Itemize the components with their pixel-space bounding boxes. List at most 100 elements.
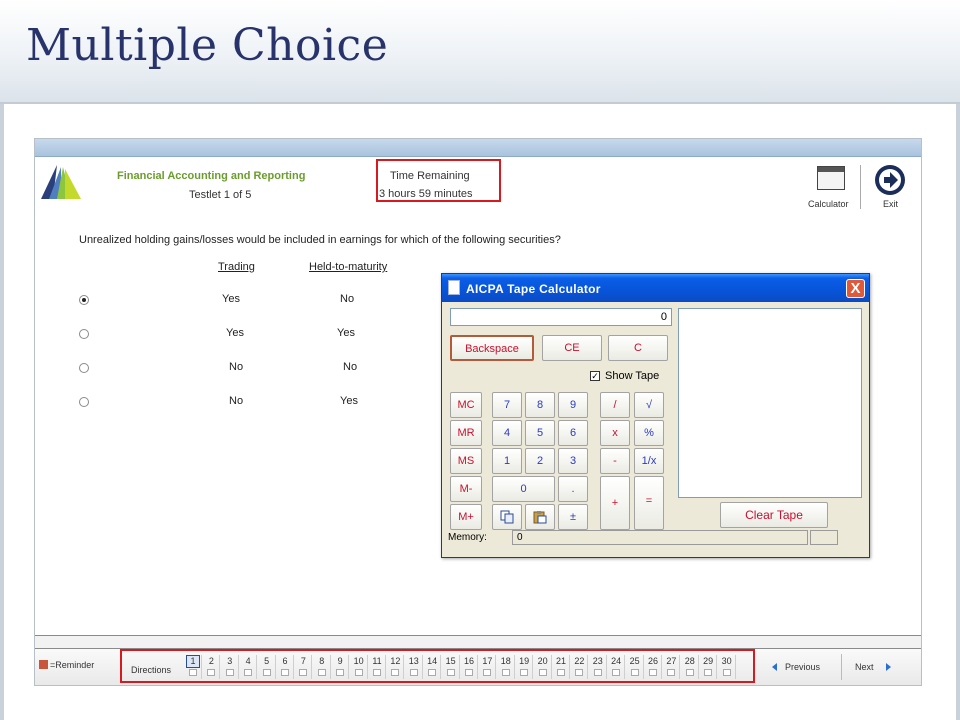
reminder-flag-icon[interactable] [520, 669, 529, 676]
reminder-flag-icon[interactable] [557, 669, 565, 676]
reminder-flag-icon[interactable] [262, 669, 271, 676]
reminder-flag-icon[interactable] [225, 669, 234, 676]
question-number-4[interactable]: 4 [240, 655, 258, 679]
digit-0-button[interactable]: 0 [492, 476, 555, 502]
digit-2-button[interactable]: 2 [525, 448, 555, 474]
reminder-flag-icon[interactable] [575, 669, 584, 676]
reminder-flag-icon[interactable] [373, 669, 381, 676]
reminder-flag-icon[interactable] [649, 669, 657, 676]
question-number-15[interactable]: 15 [443, 655, 460, 679]
reminder-flag-icon[interactable] [538, 669, 547, 676]
backspace-button[interactable]: Backspace [450, 335, 534, 361]
question-number-1[interactable]: 1 [185, 655, 202, 679]
question-number-10[interactable]: 10 [351, 655, 368, 679]
reminder-flag-icon[interactable] [704, 669, 713, 676]
square-root-button[interactable]: √ [634, 392, 664, 418]
add-button[interactable]: + [600, 476, 630, 530]
memory-subtract-button[interactable]: M- [450, 476, 482, 502]
reminder-flag-icon[interactable] [630, 669, 639, 676]
percent-button[interactable]: % [634, 420, 664, 446]
subtract-button[interactable]: - [600, 448, 630, 474]
question-number-3[interactable]: 3 [222, 655, 239, 679]
reminder-flag-icon[interactable] [428, 669, 437, 676]
answer-option-2[interactable]: Yes Yes [35, 327, 455, 345]
decimal-point-button[interactable]: . [558, 476, 588, 502]
memory-recall-button[interactable]: MR [450, 420, 482, 446]
reminder-flag-icon[interactable] [317, 669, 326, 676]
memory-store-button[interactable]: MS [450, 448, 482, 474]
multiply-button[interactable]: x [600, 420, 630, 446]
clear-tape-button[interactable]: Clear Tape [720, 502, 828, 528]
reminder-flag-icon[interactable] [483, 669, 492, 676]
digit-3-button[interactable]: 3 [558, 448, 588, 474]
question-number-19[interactable]: 19 [516, 655, 534, 679]
digit-9-button[interactable]: 9 [558, 392, 588, 418]
answer-option-1[interactable]: Yes No [35, 293, 455, 311]
reminder-flag-icon[interactable] [685, 669, 694, 676]
reminder-flag-icon[interactable] [612, 669, 621, 676]
paste-button[interactable] [525, 504, 555, 530]
close-button[interactable]: X [846, 279, 865, 298]
reminder-flag-icon[interactable] [207, 669, 216, 676]
question-number-22[interactable]: 22 [571, 655, 589, 679]
question-number-8[interactable]: 8 [314, 655, 331, 679]
digit-8-button[interactable]: 8 [525, 392, 555, 418]
question-number-25[interactable]: 25 [627, 655, 644, 679]
calculator-title-bar[interactable]: AICPA Tape Calculator X [442, 274, 869, 302]
question-number-11[interactable]: 11 [369, 655, 386, 679]
radio-button[interactable] [79, 363, 89, 373]
reminder-flag-icon[interactable] [446, 669, 455, 676]
directions-button[interactable]: Directions [131, 665, 171, 675]
question-number-18[interactable]: 18 [498, 655, 515, 679]
question-number-26[interactable]: 26 [645, 655, 662, 679]
answer-option-3[interactable]: No No [35, 361, 455, 379]
radio-button[interactable] [79, 397, 89, 407]
ce-button[interactable]: CE [542, 335, 602, 361]
copy-button[interactable] [492, 504, 522, 530]
question-number-27[interactable]: 27 [663, 655, 681, 679]
reminder-flag-icon[interactable] [465, 669, 473, 676]
previous-button[interactable]: Previous [772, 662, 820, 672]
exit-button[interactable]: Exit [867, 161, 915, 211]
checkbox-checked-icon[interactable]: ✓ [590, 371, 600, 381]
reminder-flag-icon[interactable] [667, 669, 676, 676]
question-number-6[interactable]: 6 [277, 655, 294, 679]
memory-clear-button[interactable]: MC [450, 392, 482, 418]
reminder-flag-icon[interactable] [391, 669, 400, 676]
question-number-12[interactable]: 12 [387, 655, 405, 679]
question-number-16[interactable]: 16 [461, 655, 478, 679]
question-number-30[interactable]: 30 [719, 655, 736, 679]
question-number-13[interactable]: 13 [406, 655, 423, 679]
calculator-button[interactable]: Calculator [805, 161, 855, 211]
question-number-29[interactable]: 29 [700, 655, 718, 679]
reminder-flag-icon[interactable] [244, 669, 253, 676]
digit-1-button[interactable]: 1 [492, 448, 522, 474]
radio-button[interactable] [79, 329, 89, 339]
reminder-flag-icon[interactable] [409, 669, 418, 676]
digit-6-button[interactable]: 6 [558, 420, 588, 446]
question-number-2[interactable]: 2 [203, 655, 221, 679]
reminder-flag-icon[interactable] [593, 669, 602, 676]
question-number-17[interactable]: 17 [479, 655, 497, 679]
question-number-14[interactable]: 14 [424, 655, 442, 679]
divide-button[interactable]: / [600, 392, 630, 418]
question-number-21[interactable]: 21 [553, 655, 570, 679]
digit-4-button[interactable]: 4 [492, 420, 522, 446]
question-number-23[interactable]: 23 [590, 655, 607, 679]
digit-5-button[interactable]: 5 [525, 420, 555, 446]
horizontal-scrollbar[interactable] [35, 635, 921, 649]
reminder-flag-icon[interactable] [336, 669, 345, 676]
question-number-7[interactable]: 7 [295, 655, 313, 679]
reminder-flag-icon[interactable] [299, 669, 308, 676]
question-number-20[interactable]: 20 [535, 655, 552, 679]
plus-minus-button[interactable]: ± [558, 504, 588, 530]
reciprocal-button[interactable]: 1/x [634, 448, 664, 474]
reminder-flag-icon[interactable] [189, 669, 197, 676]
reminder-flag-icon[interactable] [354, 669, 363, 676]
digit-7-button[interactable]: 7 [492, 392, 522, 418]
answer-option-4[interactable]: No Yes [35, 395, 455, 413]
radio-button[interactable] [79, 295, 89, 305]
question-number-9[interactable]: 9 [332, 655, 350, 679]
reminder-flag-icon[interactable] [501, 669, 510, 676]
memory-add-button[interactable]: M+ [450, 504, 482, 530]
